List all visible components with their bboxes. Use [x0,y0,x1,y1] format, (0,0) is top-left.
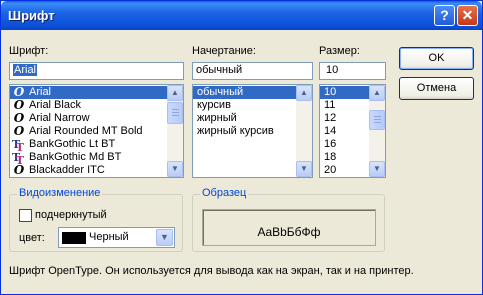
size-label: Размер: [319,45,360,57]
size-list-item-label: 11 [324,99,336,111]
color-swatch [62,232,86,244]
font-list-item[interactable]: TT BankGothic Md BT [10,151,183,167]
size-list-item-label: 10 [324,86,337,98]
color-label: цвет: [19,232,45,244]
cancel-button[interactable]: Отмена [399,77,474,100]
sample-text: AaBbБбФф [257,225,321,239]
truetype-icon: TT [12,138,24,154]
scroll-down-icon[interactable]: ▼ [167,161,183,177]
scroll-up-icon[interactable]: ▲ [167,85,183,101]
style-list-item-label: обычный [197,86,244,98]
font-list-item-label: BankGothic Lt BT [29,138,116,150]
underline-label: подчеркнутый [35,209,107,221]
font-list[interactable]: O Arial O Arial Black O Arial Narrow O Arial Ro… [9,84,184,178]
font-list-item[interactable]: O Arial Rounded MT Bold [10,125,183,138]
size-list-item-label: 16 [324,138,337,150]
sample-preview: AaBbБбФф [202,209,376,246]
style-label: Начертание: [192,45,256,57]
size-list-item-label: 14 [324,125,337,137]
size-list[interactable]: 10 11 12 14 16 18 20 ▲ ▼ [319,84,386,178]
underline-checkbox[interactable] [19,209,32,222]
scroll-down-icon[interactable]: ▼ [296,161,312,177]
help-button[interactable]: ? [434,5,455,26]
font-list-item-label: Blackadder ITC [29,164,105,176]
size-list-item-label: 18 [324,151,337,163]
font-list-item-label: Arial Rounded MT Bold [29,125,143,137]
style-list-item-label: жирный [197,112,237,124]
font-dialog: Шрифт ? ✕ Шрифт: Arial O Arial O Arial Blac… [0,0,483,295]
font-input-value: Arial [13,64,38,76]
size-input[interactable]: 10 [319,62,386,80]
font-list-item-label: BankGothic Md BT [29,151,122,163]
size-list-item-label: 12 [324,112,337,124]
font-list-item-label: Arial Black [29,99,81,111]
opentype-icon: O [13,163,25,177]
style-list-item[interactable]: курсив [193,99,312,112]
style-list[interactable]: обычный курсив жирный жирный курсив ▲ ▼ [192,84,313,178]
scroll-down-icon[interactable]: ▼ [369,161,385,177]
chevron-down-icon[interactable]: ▼ [156,229,173,246]
opentype-icon: O [13,124,25,138]
color-value: Черный [89,231,129,243]
size-list-scrollbar[interactable]: ▲ ▼ [369,85,385,177]
scroll-thumb[interactable] [167,102,183,124]
size-list-item-label: 20 [324,164,337,176]
font-list-item-label: Arial [29,86,52,98]
effects-title: Видоизменение [17,187,103,199]
style-input[interactable]: обычный [192,62,313,80]
title-bar[interactable]: Шрифт ? ✕ [1,1,482,30]
font-list-item-label: Arial Narrow [29,112,90,124]
scroll-up-icon[interactable]: ▲ [369,85,385,101]
window-title: Шрифт [8,8,55,23]
ok-button[interactable]: OK [399,47,474,70]
style-list-scrollbar[interactable]: ▲ ▼ [296,85,312,177]
font-list-item[interactable]: O Blackadder ITC [10,164,183,177]
style-list-item-label: жирный курсив [197,125,274,137]
style-list-item[interactable]: обычный [193,86,312,99]
font-list-scrollbar[interactable]: ▲ ▼ [167,85,183,177]
font-list-item[interactable]: TT BankGothic Lt BT [10,138,183,154]
font-input[interactable]: Arial [9,62,184,80]
close-button[interactable]: ✕ [457,5,478,26]
font-list-item[interactable]: O Arial Black [10,99,183,112]
font-list-item[interactable]: O Arial [10,86,183,99]
font-description: Шрифт OpenType. Он используется для выво… [9,265,414,277]
font-label: Шрифт: [9,45,49,57]
font-list-item[interactable]: O Arial Narrow [10,112,183,125]
style-list-item[interactable]: жирный [193,112,312,125]
style-list-item[interactable]: жирный курсив [193,125,312,138]
style-list-item-label: курсив [197,99,231,111]
scroll-up-icon[interactable]: ▲ [296,85,312,101]
color-select[interactable]: Черный ▼ [58,227,175,248]
scroll-thumb[interactable] [369,110,385,130]
sample-title: Образец [200,187,249,199]
